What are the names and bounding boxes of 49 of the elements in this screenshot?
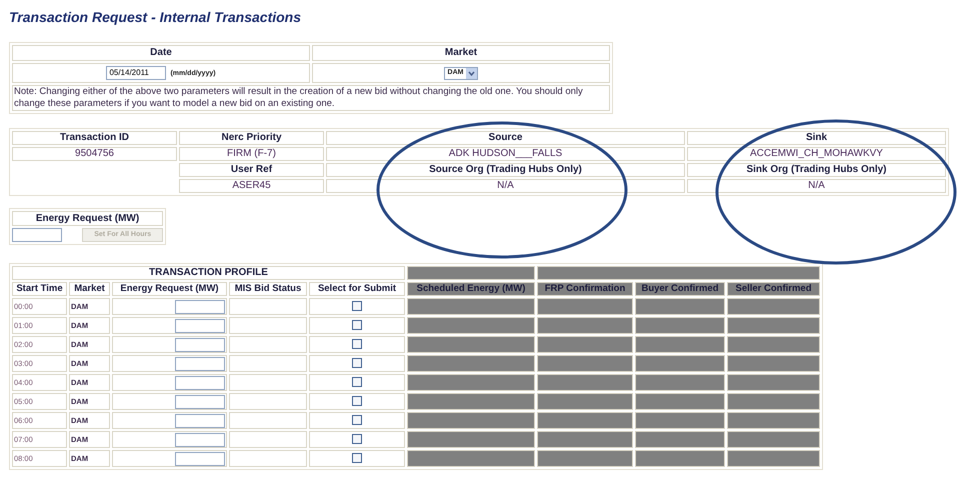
column-header: User Ref [179,163,324,177]
energy-input-field[interactable] [175,394,225,408]
column-header: Energy Request (MW) [12,211,163,226]
column-header: Buyer Confirmed [635,282,725,296]
column-header: FRP Confirmation [537,282,633,296]
note-text: Note: Changing either of the above two parameters will result in the creation of a new bid without changing the old one. You should only change these parameters if you want to model a new bid on an existing one. [12,85,610,111]
checkbox[interactable] [352,358,362,368]
energy-input-field[interactable] [175,356,225,370]
table-cell: FIRM (F-7) [179,147,324,161]
checkbox[interactable] [352,300,362,311]
column-header: Sink [687,131,946,145]
column-header: Start Time [12,282,67,296]
table-cell: ACCEMWI_CH_MOHAWKVY [687,147,946,161]
energy-input-field[interactable] [175,432,225,446]
checkbox[interactable] [352,414,362,425]
table-cell: ASER45 [179,179,324,193]
table-cell: N/A [326,179,685,193]
energy-input-field[interactable] [175,300,225,314]
energy-input-field[interactable] [175,452,225,466]
energy-input-field[interactable] [175,338,225,352]
column-header: Date [12,45,310,61]
checkbox[interactable] [352,338,362,349]
date-field[interactable]: 05/14/2011 [106,66,166,80]
column-header: Source Org (Trading Hubs Only) [326,163,685,177]
column-header: Sink Org (Trading Hubs Only) [687,163,946,177]
column-header: Market [69,282,110,296]
column-header: MIS Bid Status [229,282,307,296]
checkbox[interactable] [352,320,362,330]
table-title: TRANSACTION PROFILE [12,266,405,280]
column-header: Scheduled Energy (MW) [407,282,535,296]
page-title: Transaction Request - Internal Transactions [9,8,302,26]
checkbox[interactable] [352,434,362,444]
checkbox[interactable] [352,376,362,387]
table-cell: 9504756 [12,147,177,161]
column-header: Source [326,131,685,145]
column-header: Nerc Priority [179,131,324,145]
energy-input-field[interactable] [175,376,225,390]
checkbox[interactable] [352,452,362,463]
energy-input-field[interactable] [175,318,225,332]
column-header: Transaction ID [12,131,177,145]
table-cell: ADK HUDSON___FALLS [326,147,685,161]
column-header: Select for Submit [309,282,405,296]
energy-input-field[interactable] [175,414,225,428]
column-header: Market [312,45,610,61]
column-header: Energy Request (MW) [112,282,227,296]
table-cell: N/A [687,179,946,193]
column-header: Seller Confirmed [727,282,820,296]
checkbox[interactable] [352,396,362,406]
energy-input-field[interactable] [12,228,62,242]
